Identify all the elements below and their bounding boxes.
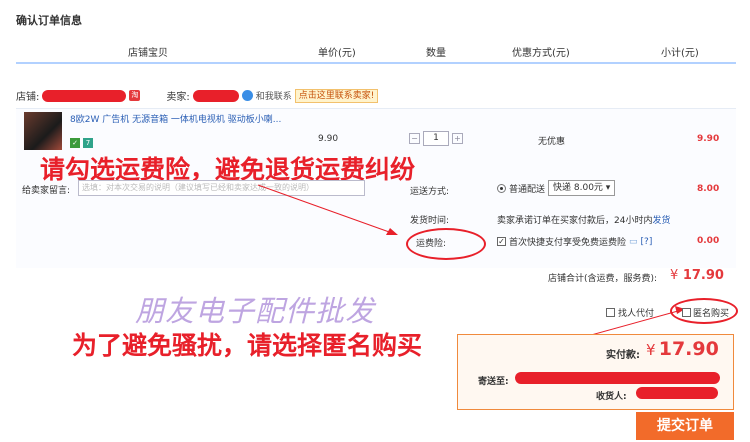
payment-currency: ¥ <box>646 341 656 359</box>
proxy-pay-label: 找人代付 <box>618 309 655 319</box>
receiver-label: 收货人: <box>596 392 627 402</box>
redacted-receiver <box>636 387 718 399</box>
shop-total-label: 店铺合计(含运费，服务费): <box>548 274 658 284</box>
anonymous-highlight-ellipse <box>670 298 738 324</box>
payment-amount: ¥ 17.90 <box>646 338 719 360</box>
redacted-address <box>515 372 720 384</box>
submit-order-button[interactable]: 提交订单 <box>636 412 734 440</box>
payment-value: 17.90 <box>658 338 719 360</box>
proxy-pay-checkbox[interactable] <box>606 308 615 317</box>
shop-total-value: 17.90 <box>682 268 724 283</box>
arrow-line-top <box>257 184 393 234</box>
shop-watermark: 朋友电子配件批发 <box>135 294 376 328</box>
payment-label: 实付款: <box>606 350 640 361</box>
ship-to-label: 寄送至: <box>478 377 509 387</box>
proxy-pay-option: 找人代付 <box>606 306 654 319</box>
shop-total-amount: ¥ 17.90 <box>670 268 724 283</box>
annotation-anonymous-tip: 为了避免骚扰，请选择匿名购买 <box>72 331 423 360</box>
shop-total-currency: ¥ <box>670 268 679 283</box>
